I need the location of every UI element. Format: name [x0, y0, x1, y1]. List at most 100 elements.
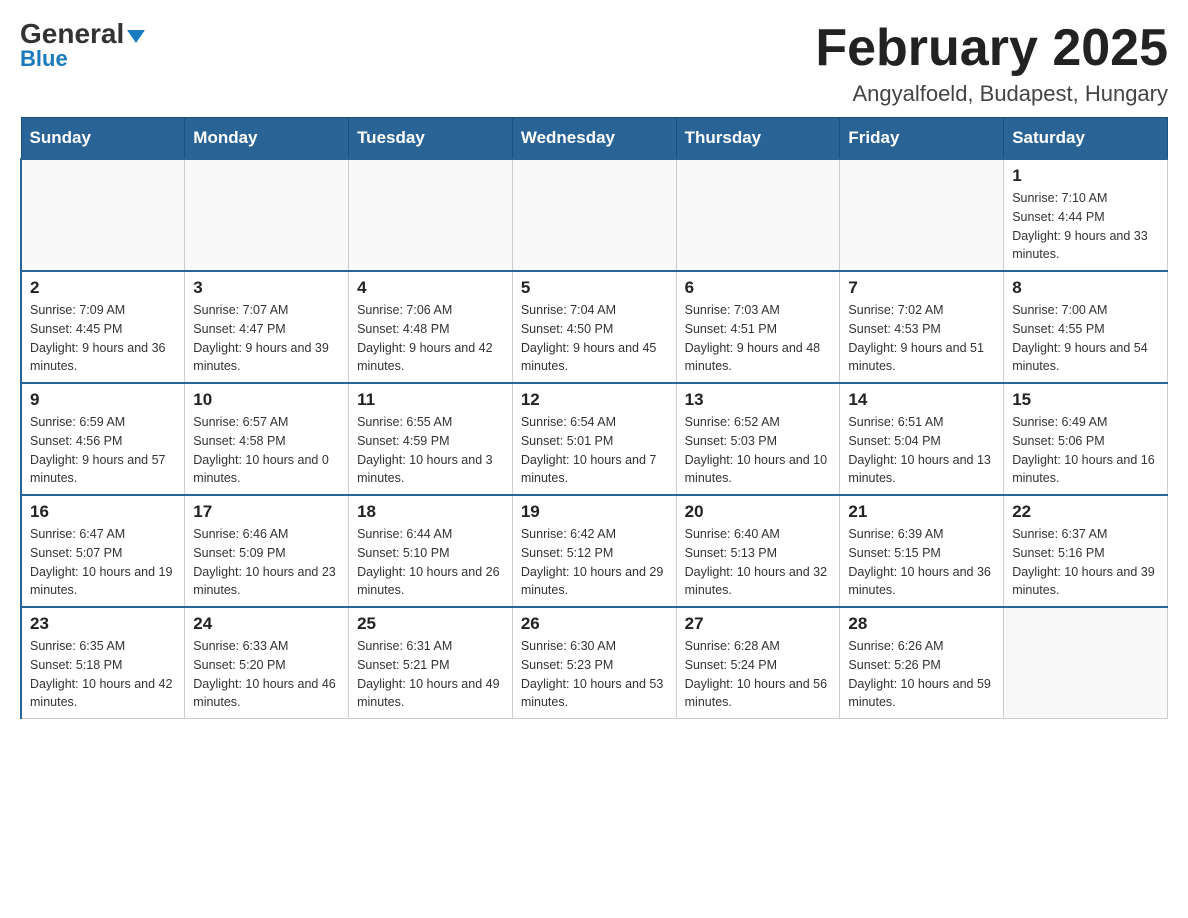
calendar-cell: 1 Sunrise: 7:10 AMSunset: 4:44 PMDaylight…	[1004, 159, 1168, 271]
day-header-saturday: Saturday	[1004, 118, 1168, 160]
day-info: Sunrise: 7:06 AMSunset: 4:48 PMDaylight:…	[357, 301, 504, 376]
calendar-cell	[1004, 607, 1168, 719]
calendar-cell: 8 Sunrise: 7:00 AMSunset: 4:55 PMDaylight…	[1004, 271, 1168, 383]
day-header-sunday: Sunday	[21, 118, 185, 160]
calendar-cell	[512, 159, 676, 271]
calendar-cell: 19 Sunrise: 6:42 AMSunset: 5:12 PMDayligh…	[512, 495, 676, 607]
day-info: Sunrise: 6:55 AMSunset: 4:59 PMDaylight:…	[357, 413, 504, 488]
day-number: 22	[1012, 502, 1159, 522]
day-number: 12	[521, 390, 668, 410]
calendar-cell: 9 Sunrise: 6:59 AMSunset: 4:56 PMDaylight…	[21, 383, 185, 495]
day-number: 26	[521, 614, 668, 634]
logo-text: General	[20, 20, 145, 48]
calendar-cell: 2Sunrise: 7:09 AMSunset: 4:45 PMDaylight…	[21, 271, 185, 383]
day-info: Sunrise: 6:44 AMSunset: 5:10 PMDaylight:…	[357, 525, 504, 600]
day-header-friday: Friday	[840, 118, 1004, 160]
day-info: Sunrise: 7:03 AMSunset: 4:51 PMDaylight:…	[685, 301, 832, 376]
day-number: 3	[193, 278, 340, 298]
day-info: Sunrise: 7:00 AMSunset: 4:55 PMDaylight:…	[1012, 301, 1159, 376]
day-header-wednesday: Wednesday	[512, 118, 676, 160]
day-info: Sunrise: 6:57 AMSunset: 4:58 PMDaylight:…	[193, 413, 340, 488]
logo-blue: Blue	[20, 46, 68, 72]
day-info: Sunrise: 6:49 AMSunset: 5:06 PMDaylight:…	[1012, 413, 1159, 488]
day-info: Sunrise: 6:30 AMSunset: 5:23 PMDaylight:…	[521, 637, 668, 712]
calendar-week-1: 2Sunrise: 7:09 AMSunset: 4:45 PMDaylight…	[21, 271, 1168, 383]
calendar-cell: 15 Sunrise: 6:49 AMSunset: 5:06 PMDayligh…	[1004, 383, 1168, 495]
calendar-cell	[840, 159, 1004, 271]
day-info: Sunrise: 6:31 AMSunset: 5:21 PMDaylight:…	[357, 637, 504, 712]
calendar-week-4: 23Sunrise: 6:35 AMSunset: 5:18 PMDayligh…	[21, 607, 1168, 719]
calendar-cell	[21, 159, 185, 271]
calendar-header-row: SundayMondayTuesdayWednesdayThursdayFrid…	[21, 118, 1168, 160]
day-info: Sunrise: 6:37 AMSunset: 5:16 PMDaylight:…	[1012, 525, 1159, 600]
calendar-cell: 10 Sunrise: 6:57 AMSunset: 4:58 PMDayligh…	[185, 383, 349, 495]
calendar-cell: 25 Sunrise: 6:31 AMSunset: 5:21 PMDayligh…	[349, 607, 513, 719]
calendar-cell: 22 Sunrise: 6:37 AMSunset: 5:16 PMDayligh…	[1004, 495, 1168, 607]
day-number: 19	[521, 502, 668, 522]
day-number: 9	[30, 390, 176, 410]
calendar-cell: 7 Sunrise: 7:02 AMSunset: 4:53 PMDaylight…	[840, 271, 1004, 383]
day-number: 25	[357, 614, 504, 634]
calendar-cell: 4 Sunrise: 7:06 AMSunset: 4:48 PMDaylight…	[349, 271, 513, 383]
day-number: 6	[685, 278, 832, 298]
calendar-cell: 21 Sunrise: 6:39 AMSunset: 5:15 PMDayligh…	[840, 495, 1004, 607]
day-info: Sunrise: 7:10 AMSunset: 4:44 PMDaylight:…	[1012, 189, 1159, 264]
title-block: February 2025 Angyalfoeld, Budapest, Hun…	[815, 20, 1168, 107]
day-number: 14	[848, 390, 995, 410]
calendar-cell: 11 Sunrise: 6:55 AMSunset: 4:59 PMDayligh…	[349, 383, 513, 495]
day-header-tuesday: Tuesday	[349, 118, 513, 160]
calendar-cell	[676, 159, 840, 271]
day-number: 23	[30, 614, 176, 634]
day-info: Sunrise: 6:40 AMSunset: 5:13 PMDaylight:…	[685, 525, 832, 600]
day-number: 24	[193, 614, 340, 634]
calendar-cell	[185, 159, 349, 271]
day-info: Sunrise: 6:46 AMSunset: 5:09 PMDaylight:…	[193, 525, 340, 600]
calendar-cell: 12Sunrise: 6:54 AMSunset: 5:01 PMDayligh…	[512, 383, 676, 495]
day-number: 4	[357, 278, 504, 298]
day-info: Sunrise: 6:52 AMSunset: 5:03 PMDaylight:…	[685, 413, 832, 488]
calendar-cell: 5 Sunrise: 7:04 AMSunset: 4:50 PMDaylight…	[512, 271, 676, 383]
day-number: 21	[848, 502, 995, 522]
calendar-cell: 24Sunrise: 6:33 AMSunset: 5:20 PMDayligh…	[185, 607, 349, 719]
day-number: 27	[685, 614, 832, 634]
day-info: Sunrise: 6:51 AMSunset: 5:04 PMDaylight:…	[848, 413, 995, 488]
calendar-week-3: 16Sunrise: 6:47 AMSunset: 5:07 PMDayligh…	[21, 495, 1168, 607]
calendar-cell: 23Sunrise: 6:35 AMSunset: 5:18 PMDayligh…	[21, 607, 185, 719]
logo: General Blue	[20, 20, 145, 72]
calendar-cell: 6 Sunrise: 7:03 AMSunset: 4:51 PMDaylight…	[676, 271, 840, 383]
calendar-cell: 14 Sunrise: 6:51 AMSunset: 5:04 PMDayligh…	[840, 383, 1004, 495]
calendar-cell: 17 Sunrise: 6:46 AMSunset: 5:09 PMDayligh…	[185, 495, 349, 607]
calendar-cell	[349, 159, 513, 271]
day-header-monday: Monday	[185, 118, 349, 160]
calendar-week-2: 9 Sunrise: 6:59 AMSunset: 4:56 PMDaylight…	[21, 383, 1168, 495]
day-number: 17	[193, 502, 340, 522]
calendar-cell: 26 Sunrise: 6:30 AMSunset: 5:23 PMDayligh…	[512, 607, 676, 719]
month-title: February 2025	[815, 20, 1168, 77]
calendar-cell: 27 Sunrise: 6:28 AMSunset: 5:24 PMDayligh…	[676, 607, 840, 719]
day-number: 2	[30, 278, 176, 298]
calendar-cell: 28Sunrise: 6:26 AMSunset: 5:26 PMDayligh…	[840, 607, 1004, 719]
day-info: Sunrise: 6:59 AMSunset: 4:56 PMDaylight:…	[30, 413, 176, 488]
day-header-thursday: Thursday	[676, 118, 840, 160]
day-info: Sunrise: 6:28 AMSunset: 5:24 PMDaylight:…	[685, 637, 832, 712]
calendar-cell: 13 Sunrise: 6:52 AMSunset: 5:03 PMDayligh…	[676, 383, 840, 495]
day-info: Sunrise: 7:02 AMSunset: 4:53 PMDaylight:…	[848, 301, 995, 376]
day-number: 15	[1012, 390, 1159, 410]
day-info: Sunrise: 6:47 AMSunset: 5:07 PMDaylight:…	[30, 525, 176, 600]
day-number: 1	[1012, 166, 1159, 186]
day-number: 7	[848, 278, 995, 298]
day-number: 13	[685, 390, 832, 410]
day-number: 10	[193, 390, 340, 410]
calendar-cell: 16Sunrise: 6:47 AMSunset: 5:07 PMDayligh…	[21, 495, 185, 607]
calendar-cell: 18Sunrise: 6:44 AMSunset: 5:10 PMDayligh…	[349, 495, 513, 607]
page-header: General Blue February 2025 Angyalfoeld, …	[20, 20, 1168, 107]
day-number: 8	[1012, 278, 1159, 298]
day-info: Sunrise: 7:04 AMSunset: 4:50 PMDaylight:…	[521, 301, 668, 376]
calendar-cell: 3Sunrise: 7:07 AMSunset: 4:47 PMDaylight…	[185, 271, 349, 383]
day-number: 28	[848, 614, 995, 634]
day-number: 5	[521, 278, 668, 298]
day-info: Sunrise: 6:42 AMSunset: 5:12 PMDaylight:…	[521, 525, 668, 600]
day-info: Sunrise: 6:39 AMSunset: 5:15 PMDaylight:…	[848, 525, 995, 600]
day-number: 11	[357, 390, 504, 410]
calendar-week-0: 1 Sunrise: 7:10 AMSunset: 4:44 PMDaylight…	[21, 159, 1168, 271]
